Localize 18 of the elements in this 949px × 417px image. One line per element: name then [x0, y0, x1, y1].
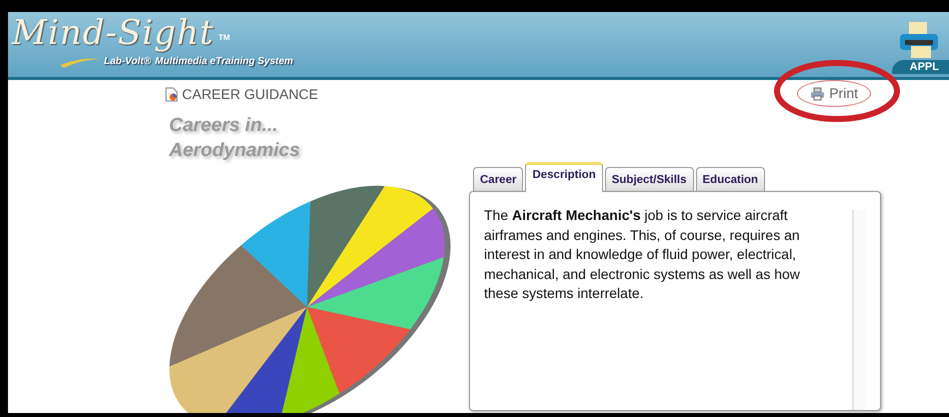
page-title: Careers in...: [169, 114, 279, 138]
tab[interactable]: Subject/Skills: [604, 167, 694, 192]
tab[interactable]: Career: [473, 167, 524, 192]
description-text: The Aircraft Mechanic's job is to service aircraft airframes and engines. This, of course, requires an interest in and knowledge of fluid power, electrical, mechanical, and electronic systems as well as how these systems interrelate.: [484, 206, 801, 304]
trademark-label: TM: [218, 32, 230, 44]
brand-label: Lab-Volt®: [104, 55, 151, 69]
page-title: Aerodynamics: [169, 139, 301, 163]
document-icon: [165, 87, 178, 102]
tagline: Multimedia eTraining System: [155, 55, 294, 69]
logo-title: Mind-Sight: [12, 16, 214, 50]
tab[interactable]: Education: [696, 167, 766, 192]
scrollbar[interactable]: [852, 210, 866, 410]
printer-icon[interactable]: [897, 20, 941, 60]
app-tab[interactable]: APPL: [892, 60, 949, 74]
tab[interactable]: Description: [525, 162, 603, 192]
section-label: CAREER GUIDANCE: [182, 85, 318, 104]
print-button[interactable]: Print: [797, 80, 871, 107]
printer-icon: [810, 86, 826, 100]
